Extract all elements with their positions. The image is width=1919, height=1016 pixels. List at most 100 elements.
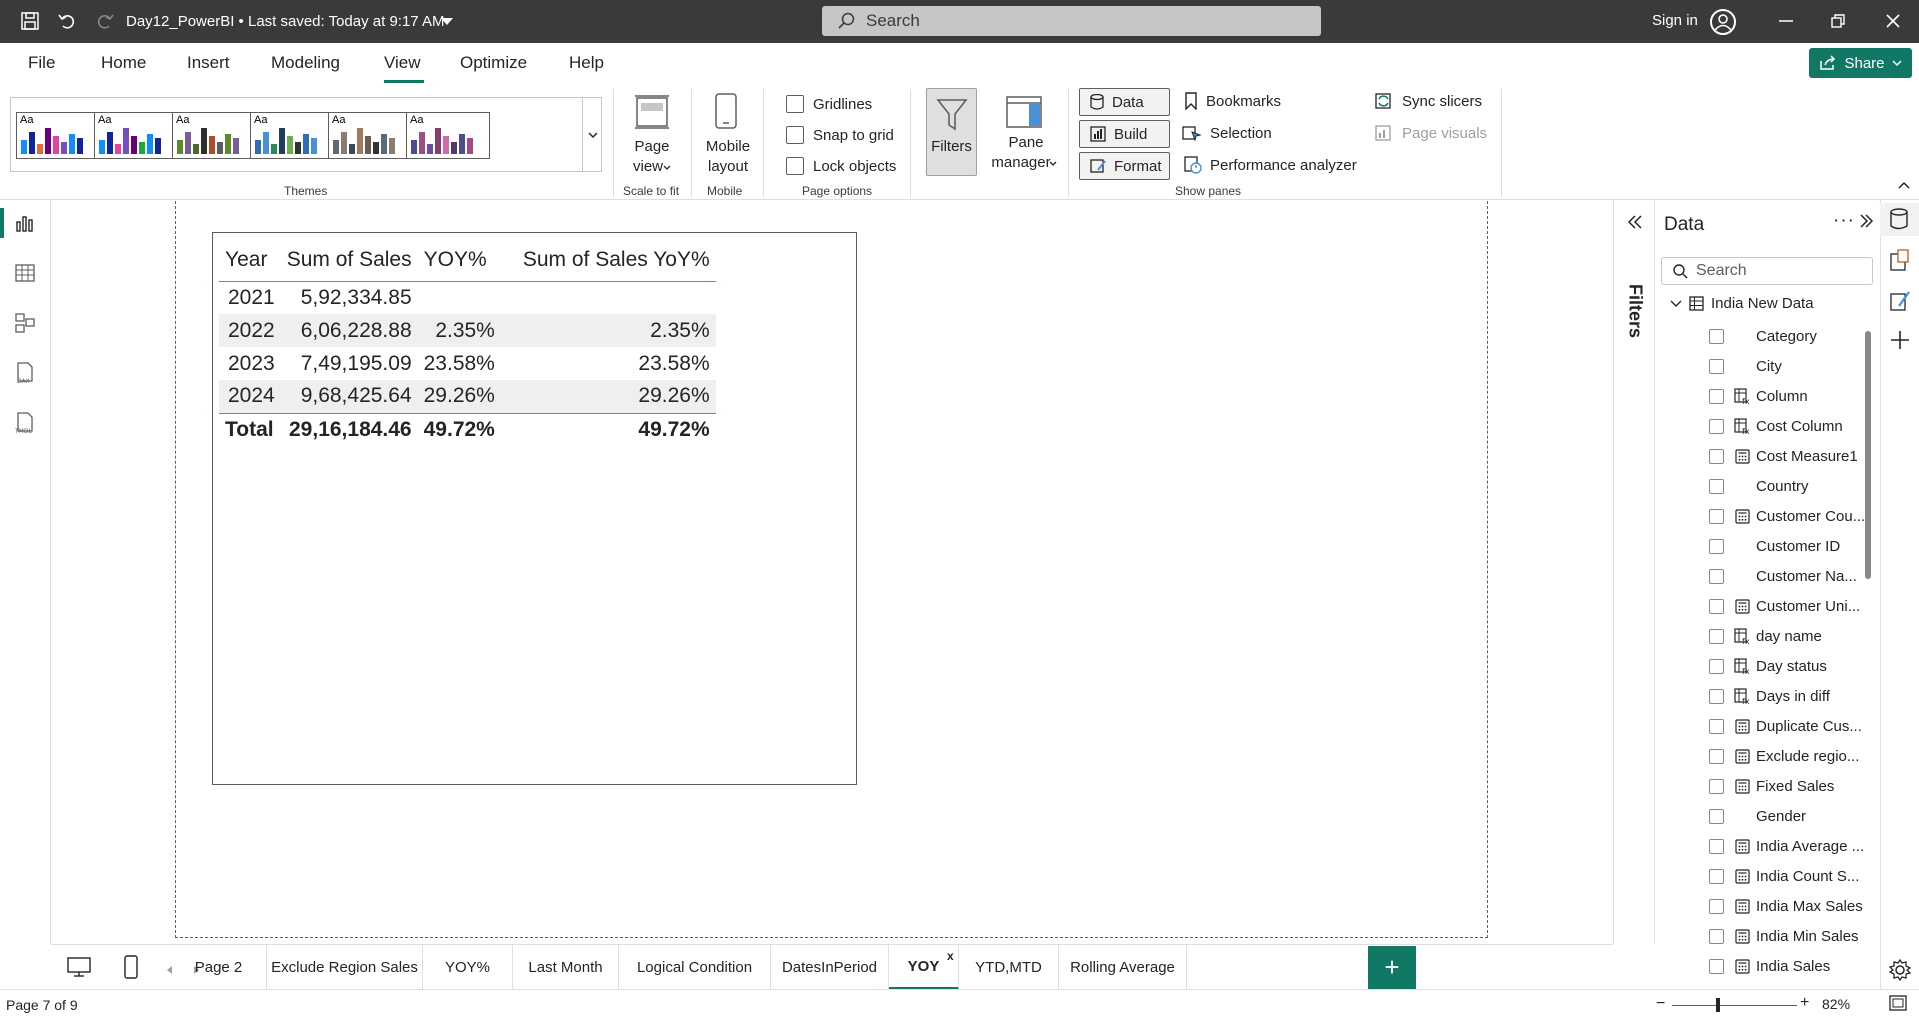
menu-modeling[interactable]: Modeling — [271, 53, 340, 73]
page-tab[interactable]: Last Month — [513, 945, 619, 990]
lock-objects-checkbox[interactable]: Lock objects — [786, 157, 896, 175]
sync-slicers-toggle[interactable]: Sync slicers — [1374, 92, 1482, 110]
table-view-icon[interactable] — [12, 260, 38, 286]
database-icon[interactable] — [1889, 207, 1909, 231]
menu-view[interactable]: View — [384, 53, 421, 73]
field-checkbox[interactable] — [1709, 448, 1724, 464]
minimize-icon[interactable] — [1777, 12, 1795, 30]
desktop-layout-icon[interactable] — [66, 955, 92, 982]
field-item[interactable]: India Sales — [1709, 954, 1830, 978]
more-options-icon[interactable]: ··· — [1833, 210, 1855, 232]
gridlines-checkbox[interactable]: Gridlines — [786, 95, 872, 113]
page-tab[interactable]: Page 2 — [171, 945, 267, 990]
filters-pane-label[interactable]: Filters — [1620, 278, 1650, 338]
selection-toggle[interactable]: Selection — [1182, 124, 1272, 142]
page-tab[interactable]: YTD,MTD — [959, 945, 1059, 990]
field-checkbox[interactable] — [1709, 718, 1724, 734]
field-item[interactable]: Cost Measure1 — [1709, 444, 1858, 468]
report-view-icon[interactable] — [12, 210, 38, 236]
table-cell[interactable] — [418, 281, 501, 314]
mobile-layout-button[interactable] — [713, 92, 739, 133]
field-item[interactable]: fx day name — [1709, 624, 1822, 648]
table-node[interactable]: India New Data — [1670, 295, 1814, 312]
field-item[interactable]: Customer Na... — [1709, 564, 1857, 588]
table-cell[interactable] — [501, 281, 716, 314]
theme-thumbnail[interactable]: Aa — [328, 112, 412, 159]
field-item[interactable]: City — [1709, 354, 1782, 378]
field-item[interactable]: fx Days in diff — [1709, 684, 1830, 708]
field-checkbox[interactable] — [1709, 388, 1724, 404]
field-checkbox[interactable] — [1709, 508, 1724, 524]
undo-icon[interactable] — [56, 10, 78, 32]
bookmarks-toggle[interactable]: Bookmarks — [1184, 92, 1281, 110]
menu-home[interactable]: Home — [101, 53, 146, 73]
close-tab-icon[interactable]: x — [947, 949, 954, 963]
add-page-button[interactable]: + — [1368, 946, 1416, 989]
field-item[interactable]: fx Column — [1709, 384, 1808, 408]
table-cell[interactable]: 2023 — [219, 347, 281, 380]
field-checkbox[interactable] — [1709, 748, 1724, 764]
field-item[interactable]: fx Day status — [1709, 654, 1827, 678]
theme-thumbnail[interactable]: Aa — [94, 112, 178, 159]
gear-icon[interactable] — [1888, 958, 1912, 982]
checkbox-box[interactable] — [786, 157, 804, 175]
themes-more-button[interactable] — [582, 97, 602, 172]
table-cell[interactable]: 49.72% — [417, 412, 501, 447]
page-tab[interactable]: YOY% — [423, 945, 513, 990]
field-item[interactable]: India Min Sales — [1709, 924, 1859, 948]
add-pane-icon[interactable] — [1890, 330, 1910, 350]
page-view-button[interactable] — [633, 94, 671, 133]
field-item[interactable]: Customer Uni... — [1709, 594, 1860, 618]
table-cell[interactable]: 49.72% — [500, 412, 716, 447]
zoom-slider-thumb[interactable] — [1716, 998, 1720, 1012]
table-cell[interactable]: 2.35% — [417, 314, 501, 347]
phone-layout-icon[interactable] — [123, 954, 139, 983]
collapse-ribbon-icon[interactable] — [1897, 180, 1911, 190]
model-view-icon[interactable] — [12, 310, 38, 336]
table-cell[interactable]: 7,49,195.09 — [281, 347, 418, 380]
field-item[interactable]: Gender — [1709, 804, 1806, 828]
format-visual-icon[interactable] — [1889, 288, 1911, 312]
zoom-in-button[interactable]: + — [1800, 994, 1809, 1012]
format-pane-toggle[interactable]: Format — [1079, 152, 1170, 180]
search-input[interactable]: Search — [822, 6, 1321, 36]
snap-to-grid-checkbox[interactable]: Snap to grid — [786, 126, 894, 144]
field-checkbox[interactable] — [1709, 838, 1724, 854]
field-item[interactable]: India Max Sales — [1709, 894, 1863, 918]
field-checkbox[interactable] — [1709, 868, 1724, 884]
performance-analyzer-toggle[interactable]: Performance analyzer — [1184, 156, 1357, 174]
page-tab[interactable]: Logical Condition — [619, 945, 771, 990]
column-header-sum-of-sales[interactable]: Sum of Sales — [280, 239, 418, 282]
yoy-table-visual[interactable]: Year Sum of Sales YOY% Sum of Sales YoY%… — [212, 232, 857, 785]
data-search-input[interactable]: Search — [1661, 257, 1873, 285]
field-item[interactable]: Fixed Sales — [1709, 774, 1834, 798]
field-checkbox[interactable] — [1709, 898, 1724, 914]
save-icon[interactable] — [19, 10, 41, 32]
build-pane-toggle[interactable]: Build — [1079, 120, 1170, 148]
chevron-down-icon[interactable] — [441, 18, 453, 25]
page-tab[interactable]: YOY x — [889, 945, 959, 990]
page-tab[interactable]: Rolling Average — [1059, 945, 1187, 990]
menu-insert[interactable]: Insert — [187, 53, 230, 73]
zoom-out-button[interactable]: − — [1656, 995, 1665, 1013]
table-cell[interactable]: 23.58% — [418, 347, 501, 380]
table-cell[interactable]: 9,68,425.64 — [280, 380, 418, 413]
checkbox-box[interactable] — [786, 95, 804, 113]
field-checkbox[interactable] — [1709, 658, 1724, 674]
page-tab[interactable]: Exclude Region Sales — [267, 945, 423, 990]
checkbox-box[interactable] — [786, 126, 804, 144]
field-checkbox[interactable] — [1709, 778, 1724, 794]
field-item[interactable]: Category — [1709, 324, 1817, 348]
field-checkbox[interactable] — [1709, 628, 1724, 644]
tmdl-view-icon[interactable]: TMDL — [12, 410, 38, 436]
collapse-pane-icon[interactable] — [1858, 213, 1874, 229]
table-cell[interactable]: 2022 — [219, 314, 281, 347]
column-header-yoy-percent[interactable]: YOY% — [417, 239, 501, 282]
filters-pane-button[interactable]: Filters — [926, 88, 977, 176]
table-cell[interactable]: 29.26% — [500, 380, 716, 413]
expand-filters-icon[interactable] — [1626, 214, 1644, 230]
theme-thumbnail[interactable]: Aa — [172, 112, 256, 159]
table-cell[interactable]: 6,06,228.88 — [280, 314, 418, 347]
column-header-sum-of-sales-yoy[interactable]: Sum of Sales YoY% — [500, 239, 716, 282]
data-pane-scrollbar[interactable] — [1865, 331, 1871, 579]
